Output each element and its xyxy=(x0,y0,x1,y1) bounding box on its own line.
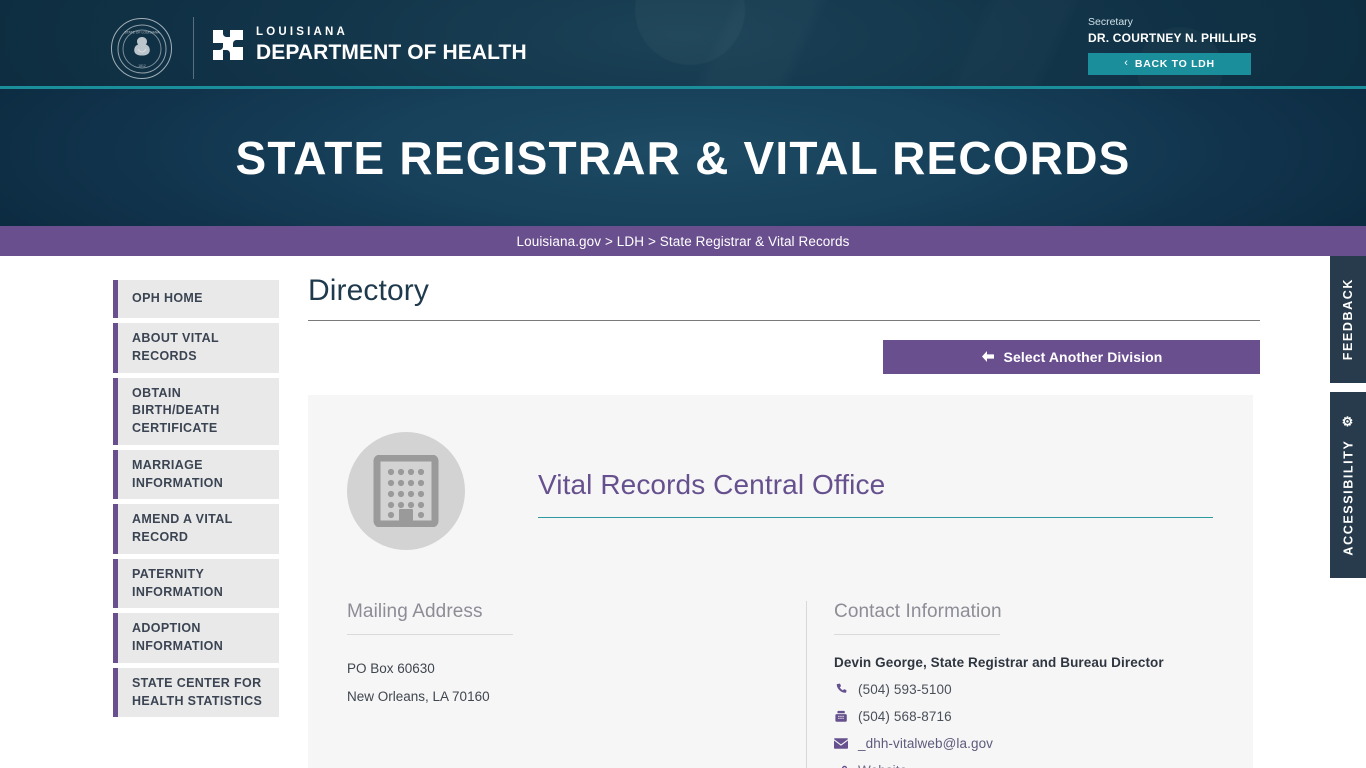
contact-website-link[interactable]: Website xyxy=(858,763,907,768)
louisiana-state-seal-icon: STATE OF LOUISIANA 1812 xyxy=(111,18,172,79)
office-card: Vital Records Central Office Mailing Add… xyxy=(308,395,1253,768)
select-another-division-label: Select Another Division xyxy=(1003,349,1163,365)
mailing-heading-rule xyxy=(347,634,513,635)
breadcrumb[interactable]: Louisiana.gov > LDH > State Registrar & … xyxy=(517,234,850,249)
ldh-logo[interactable]: LOUISIANA DEPARTMENT OF HEALTH xyxy=(210,27,527,63)
office-title-wrap: Vital Records Central Office xyxy=(538,465,1213,518)
secretary-label: Secretary xyxy=(1088,16,1133,28)
phone-icon xyxy=(834,683,848,696)
sidebar-item-label: OPH HOME xyxy=(132,291,203,306)
header-vertical-divider xyxy=(193,17,194,79)
sidebar-item-label: ABOUT VITAL RECORDS xyxy=(132,331,219,363)
office-header: Vital Records Central Office xyxy=(347,432,1213,550)
mailing-address-section: Mailing Address PO Box 60630 New Orleans… xyxy=(347,601,785,768)
contact-heading-rule xyxy=(834,634,1000,635)
sidebar-item-obtain-birth-death-certificate[interactable]: OBTAIN BIRTH/DEATH CERTIFICATE xyxy=(113,377,279,445)
mailing-address-line: PO Box 60630 xyxy=(347,661,435,676)
svg-text:1812: 1812 xyxy=(138,64,146,68)
contact-information-section: Contact Information Devin George, State … xyxy=(806,601,1213,768)
sidebar-item-marriage-information[interactable]: MARRIAGE INFORMATION xyxy=(113,449,279,500)
svg-text:STATE OF LOUISIANA: STATE OF LOUISIANA xyxy=(124,30,160,34)
contact-phone-value: (504) 593-5100 xyxy=(858,681,952,697)
secretary-block: Secretary DR. COURTNEY N. PHILLIPS ‹ BAC… xyxy=(1088,16,1257,75)
select-another-division-button[interactable]: Select Another Division xyxy=(883,340,1260,374)
page-body: OPH HOME ABOUT VITAL RECORDS OBTAIN BIRT… xyxy=(0,256,1366,768)
office-name: Vital Records Central Office xyxy=(538,468,886,500)
page-title-rule xyxy=(308,320,1260,321)
sidebar-item-label: AMEND A VITAL RECORD xyxy=(132,512,233,544)
sidebar-item-oph-home[interactable]: OPH HOME xyxy=(113,280,279,318)
back-to-ldh-label: BACK TO LDH xyxy=(1134,57,1215,70)
accessibility-tab-label: ACCESSIBILITY xyxy=(1341,439,1355,556)
contact-row-website[interactable]: Website xyxy=(834,761,1213,768)
contact-information-heading: Contact Information xyxy=(834,601,1002,622)
medical-cross-icon xyxy=(210,27,246,63)
contact-person-name: Devin George, State Registrar and Bureau… xyxy=(834,655,1164,670)
feedback-tab[interactable]: FEEDBACK xyxy=(1330,256,1366,383)
sidebar-item-label: MARRIAGE INFORMATION xyxy=(132,457,224,490)
mailing-address-line: New Orleans, LA 70160 xyxy=(347,688,490,704)
sidebar-nav: OPH HOME ABOUT VITAL RECORDS OBTAIN BIRT… xyxy=(0,256,308,768)
mailing-address-heading: Mailing Address xyxy=(347,601,483,622)
page-title: Directory xyxy=(308,274,429,307)
back-to-ldh-button[interactable]: ‹ BACK TO LDH xyxy=(1088,52,1251,75)
feedback-tab-label: FEEDBACK xyxy=(1341,278,1355,361)
sidebar-item-amend-a-vital-record[interactable]: AMEND A VITAL RECORD xyxy=(113,504,279,554)
sidebar-item-adoption-information[interactable]: ADOPTION INFORMATION xyxy=(113,613,279,663)
fax-icon xyxy=(834,710,848,723)
sidebar-item-label: OBTAIN BIRTH/DEATH CERTIFICATE xyxy=(132,385,220,436)
office-details: Mailing Address PO Box 60630 New Orleans… xyxy=(347,601,1213,768)
chevron-left-icon: ‹ xyxy=(1124,57,1128,70)
main-content: Directory Select Another Division Vital … xyxy=(308,256,1366,768)
office-name-underline xyxy=(538,516,1213,518)
building-icon xyxy=(347,432,465,550)
page-banner: STATE REGISTRAR & VITAL RECORDS xyxy=(0,89,1366,226)
accessibility-tab[interactable]: ACCESSIBILITY ⚙ xyxy=(1330,392,1366,578)
contact-row-fax: (504) 568-8716 xyxy=(834,707,1213,725)
contact-row-email[interactable]: _dhh-vitalweb@la.gov xyxy=(834,734,1213,752)
sidebar-item-about-vital-records[interactable]: ABOUT VITAL RECORDS xyxy=(113,323,279,373)
secretary-name: DR. COURTNEY N. PHILLIPS xyxy=(1088,30,1257,45)
envelope-icon xyxy=(834,737,848,749)
sidebar-item-state-center-for-health-statistics[interactable]: STATE CENTER FOR HEALTH STATISTICS xyxy=(113,667,279,718)
sidebar-item-label: PATERNITY INFORMATION xyxy=(132,566,224,599)
site-header: STATE OF LOUISIANA 1812 LOUISIANA DEPART… xyxy=(0,0,1366,89)
contact-email-value[interactable]: _dhh-vitalweb@la.gov xyxy=(858,736,993,751)
sidebar-item-paternity-information[interactable]: PATERNITY INFORMATION xyxy=(113,558,279,609)
logo-line-department: DEPARTMENT OF HEALTH xyxy=(256,40,527,64)
breadcrumb-bar: Louisiana.gov > LDH > State Registrar & … xyxy=(0,226,1366,256)
contact-row-phone: (504) 593-5100 xyxy=(834,680,1213,698)
right-side-rail: FEEDBACK ACCESSIBILITY ⚙ xyxy=(1330,256,1366,578)
logo-line-louisiana: LOUISIANA xyxy=(256,26,349,39)
arrow-left-icon xyxy=(981,350,995,365)
sidebar-item-label: STATE CENTER FOR HEALTH STATISTICS xyxy=(132,675,263,708)
contact-fax-value: (504) 568-8716 xyxy=(858,708,952,724)
gear-icon: ⚙ xyxy=(1340,414,1356,432)
link-icon xyxy=(834,764,848,768)
banner-title: STATE REGISTRAR & VITAL RECORDS xyxy=(235,131,1131,184)
sidebar-item-label: ADOPTION INFORMATION xyxy=(132,621,224,653)
